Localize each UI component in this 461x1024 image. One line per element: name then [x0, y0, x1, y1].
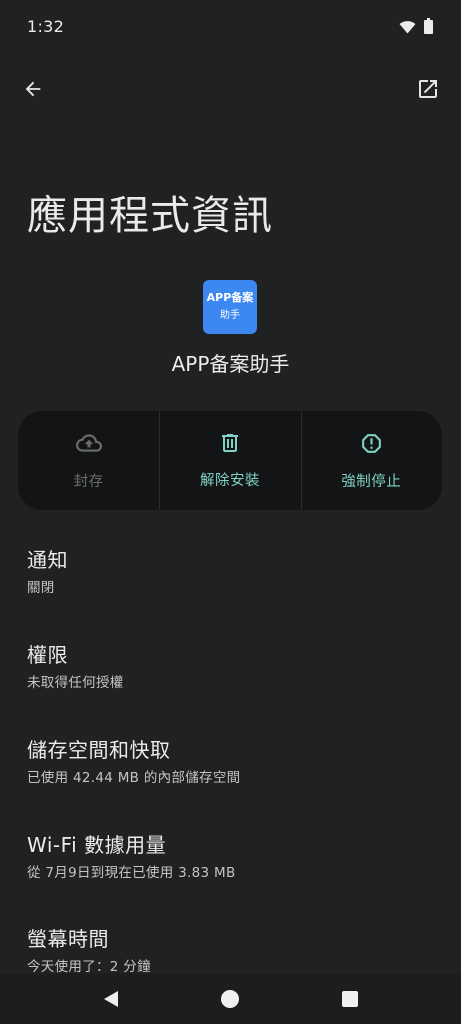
nav-home-button[interactable]: [217, 986, 243, 1012]
setting-wifi-data[interactable]: Wi-Fi 數據用量 從 7月9日到現在已使用 3.83 MB: [27, 832, 441, 882]
setting-title: 螢幕時間: [27, 927, 109, 951]
setting-storage[interactable]: 儲存空間和快取 已使用 42.44 MB 的內部儲存空間: [27, 737, 441, 787]
navigation-bar: [0, 974, 461, 1024]
status-time: 1:32: [27, 17, 65, 36]
trash-icon: [221, 434, 238, 452]
uninstall-label: 解除安裝: [199, 473, 260, 489]
setting-title: 通知: [27, 548, 68, 572]
app-icon: APP备案 助手: [203, 280, 257, 334]
nav-home-icon: [221, 990, 239, 1008]
setting-screen-time[interactable]: 螢幕時間 今天使用了：2 分鐘: [27, 926, 441, 976]
archive-label: 封存: [73, 474, 104, 490]
setting-title: 權限: [27, 643, 68, 667]
alert-octagon-icon: [361, 433, 381, 453]
archive-button[interactable]: 封存: [18, 411, 159, 510]
status-bar: 1:32: [0, 0, 461, 52]
setting-summary: 已使用 42.44 MB 的內部儲存空間: [27, 770, 241, 786]
nav-back-button[interactable]: [98, 986, 124, 1012]
toolbar: [0, 66, 461, 110]
wifi-icon: [399, 19, 416, 38]
app-icon-line1: APP备案: [206, 291, 254, 304]
nav-recents-button[interactable]: [337, 986, 363, 1012]
status-icons: [399, 18, 433, 38]
force-stop-label: 強制停止: [341, 473, 402, 490]
nav-back-icon: [104, 991, 118, 1007]
app-name: APP备案助手: [171, 352, 290, 376]
back-button[interactable]: [18, 74, 48, 104]
open-app-button[interactable]: [413, 74, 443, 104]
nav-recents-icon: [342, 991, 358, 1007]
app-icon-line2: 助手: [220, 310, 240, 321]
battery-icon: [424, 18, 433, 38]
setting-summary: 從 7月9日到現在已使用 3.83 MB: [27, 865, 236, 881]
force-stop-button[interactable]: 強制停止: [300, 411, 442, 510]
setting-notifications[interactable]: 通知 關閉: [27, 547, 441, 597]
setting-title: 儲存空間和快取: [27, 738, 171, 762]
cloud-upload-icon: [75, 434, 102, 452]
action-bar: 封存 解除安裝 強制停止: [18, 411, 442, 510]
uninstall-button[interactable]: 解除安裝: [159, 411, 300, 510]
arrow-back-icon: [25, 81, 41, 97]
page-title: 應用程式資訊: [27, 193, 273, 239]
setting-permissions[interactable]: 權限 未取得任何授權: [27, 642, 441, 692]
setting-summary: 未取得任何授權: [27, 675, 124, 691]
setting-summary: 關閉: [27, 580, 55, 596]
open-in-new-icon: [419, 80, 437, 98]
setting-title: Wi-Fi 數據用量: [27, 833, 167, 857]
